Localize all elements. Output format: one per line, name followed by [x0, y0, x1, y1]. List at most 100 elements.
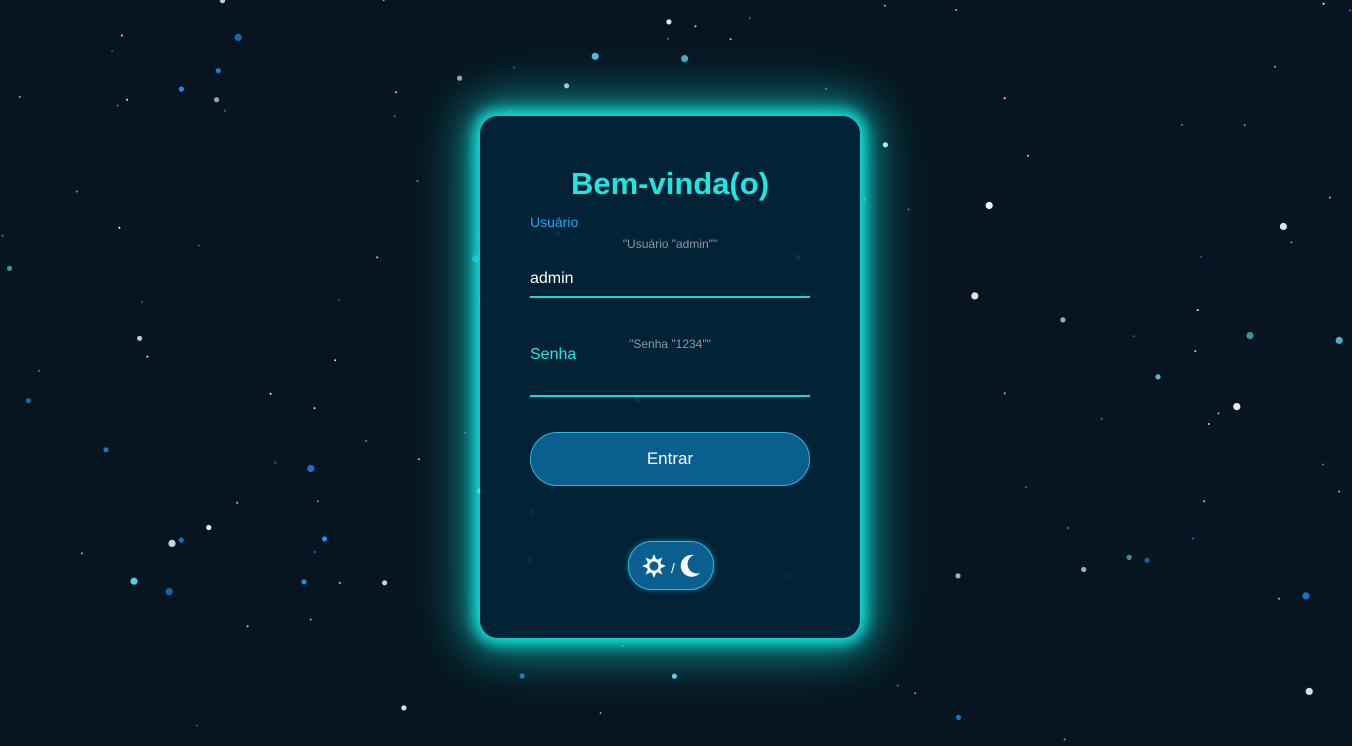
star	[1003, 97, 1006, 100]
star	[1025, 486, 1027, 488]
star	[1200, 256, 1202, 258]
star	[382, 580, 388, 586]
star	[80, 552, 83, 555]
star	[1274, 65, 1277, 68]
star	[395, 91, 398, 94]
password-input[interactable]	[530, 361, 810, 397]
star	[146, 355, 149, 358]
star	[955, 714, 962, 721]
star	[1207, 423, 1210, 425]
star	[376, 256, 379, 259]
star	[236, 501, 239, 504]
star	[1246, 332, 1254, 340]
star	[416, 180, 419, 183]
star	[1081, 566, 1087, 573]
star	[301, 579, 307, 585]
star	[417, 458, 420, 461]
star	[985, 201, 993, 210]
star	[519, 673, 525, 679]
star	[1181, 123, 1184, 126]
star	[197, 244, 200, 247]
star	[140, 301, 143, 304]
star	[955, 573, 961, 579]
star	[215, 68, 221, 74]
star	[896, 684, 899, 687]
username-input[interactable]	[530, 262, 810, 298]
star	[1335, 336, 1343, 344]
star	[246, 625, 249, 628]
star	[1194, 350, 1197, 353]
star	[178, 537, 184, 543]
star	[591, 52, 599, 60]
star	[337, 298, 340, 301]
star	[1290, 241, 1293, 244]
username-hint: "Usuário "admin""	[622, 237, 718, 251]
star	[666, 19, 672, 25]
star	[510, 109, 513, 112]
star	[334, 359, 337, 362]
star	[681, 55, 689, 63]
star	[103, 447, 109, 453]
star	[309, 618, 312, 621]
star	[338, 581, 341, 584]
star	[269, 392, 272, 395]
star	[729, 38, 732, 41]
star	[307, 464, 315, 473]
star	[513, 66, 515, 69]
star	[1243, 124, 1246, 127]
page-title: Bem-vinda(o)	[570, 166, 770, 201]
star	[178, 86, 184, 92]
star	[111, 50, 114, 52]
theme-toggle-button[interactable]: /	[628, 541, 714, 590]
star	[118, 226, 121, 229]
username-label: Usuário	[530, 214, 579, 230]
star	[464, 431, 467, 434]
star	[313, 407, 316, 410]
star	[234, 33, 242, 42]
star	[863, 198, 866, 201]
star	[1302, 592, 1310, 600]
star	[130, 577, 138, 585]
star	[971, 292, 979, 300]
star	[316, 500, 319, 503]
star	[1132, 335, 1135, 338]
star	[274, 461, 277, 464]
star	[475, 238, 478, 241]
star	[1196, 309, 1199, 312]
star	[599, 712, 602, 714]
star	[6, 265, 13, 271]
star	[1100, 417, 1103, 420]
star	[168, 539, 176, 548]
star	[1338, 490, 1341, 493]
star	[1349, 9, 1352, 12]
star	[393, 115, 396, 118]
star	[1063, 738, 1066, 741]
star	[126, 98, 128, 101]
theme-separator: /	[671, 559, 675, 576]
star	[1126, 554, 1132, 561]
star	[914, 692, 917, 695]
star	[25, 398, 31, 404]
star	[1203, 500, 1206, 503]
star	[1328, 196, 1331, 199]
star	[1067, 527, 1070, 529]
star	[694, 25, 697, 28]
star	[1278, 597, 1280, 600]
star	[1233, 403, 1241, 411]
star	[1279, 222, 1287, 231]
star	[382, 0, 385, 1]
star	[1027, 154, 1029, 157]
submit-button[interactable]: Entrar	[530, 432, 810, 486]
star	[907, 208, 910, 211]
star	[1, 234, 4, 237]
star	[18, 96, 21, 98]
star	[195, 724, 198, 727]
star	[671, 673, 678, 679]
login-card: Bem-vinda(o) Usuário "Usuário "admin"" "…	[480, 116, 860, 638]
star	[1322, 2, 1325, 5]
star	[1192, 537, 1194, 540]
star	[1060, 317, 1066, 323]
sun-icon	[641, 553, 667, 579]
moon-icon	[679, 554, 701, 578]
star	[621, 644, 624, 647]
